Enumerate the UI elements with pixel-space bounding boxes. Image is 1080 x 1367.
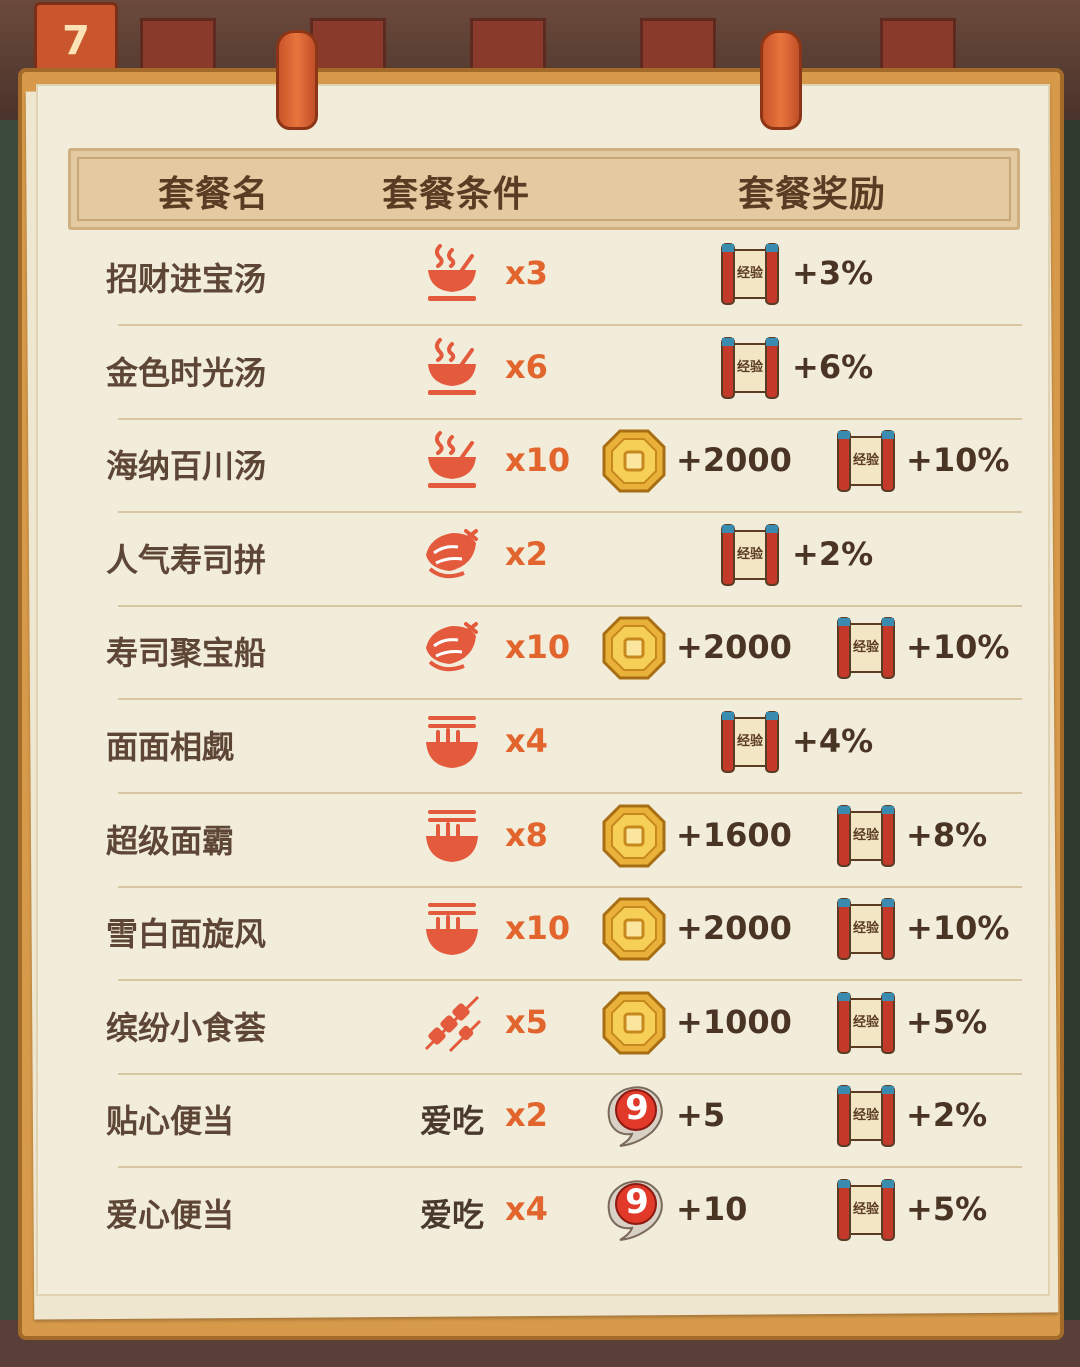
condition-count: x10 xyxy=(505,441,571,479)
reward-value: +5 xyxy=(676,1096,726,1134)
sushi-icon xyxy=(420,523,484,587)
skewer-icon xyxy=(420,991,484,1055)
table-row: 人气寿司拼 x2 经验 +2% xyxy=(0,513,1080,607)
scroll-label: 经验 xyxy=(852,640,879,655)
combo-name: 爱心便当 xyxy=(106,1196,235,1234)
noodle-bowl-icon xyxy=(420,710,484,774)
combo-name: 寿司聚宝船 xyxy=(106,634,267,672)
reward-value: +8% xyxy=(906,816,988,854)
condition-count: x8 xyxy=(505,816,548,854)
exp-scroll-icon: 经验 xyxy=(832,802,900,870)
combo-name: 缤纷小食荟 xyxy=(106,1009,267,1047)
combo-name: 雪白面旋风 xyxy=(106,915,267,953)
reward-value: +10% xyxy=(906,628,1010,666)
exp-scroll-icon: 经验 xyxy=(832,895,900,963)
number-nine-badge-icon: 9 xyxy=(600,1082,668,1150)
condition-text: 爱吃 xyxy=(420,1102,485,1140)
number-nine-badge-icon: 9 xyxy=(600,1176,668,1244)
reward-value: +1600 xyxy=(676,816,792,854)
condition-count: x3 xyxy=(505,254,548,292)
condition-count: x10 xyxy=(505,909,571,947)
condition-count: x6 xyxy=(505,348,548,386)
condition-count: x4 xyxy=(505,1190,548,1228)
badge-number: 9 xyxy=(625,1088,649,1128)
exp-scroll-icon: 经验 xyxy=(832,989,900,1057)
reward-value: +2000 xyxy=(676,628,792,666)
reward-value: +10% xyxy=(906,441,1010,479)
scroll-label: 经验 xyxy=(852,1108,879,1123)
gold-coin-icon xyxy=(600,989,668,1057)
combo-name: 超级面霸 xyxy=(106,822,235,860)
table-row: 爱心便当 爱吃 x4 9 +10 经验 +5% xyxy=(0,1168,1080,1262)
exp-scroll-icon: 经验 xyxy=(832,614,900,682)
scroll-label: 经验 xyxy=(852,921,879,936)
reward-value: +6% xyxy=(792,348,874,386)
combo-name: 金色时光汤 xyxy=(106,354,267,392)
reward-value: +10 xyxy=(676,1190,748,1228)
combo-name: 招财进宝汤 xyxy=(106,260,267,298)
reward-value: +2000 xyxy=(676,441,792,479)
condition-text: 爱吃 xyxy=(420,1196,485,1234)
scroll-label: 经验 xyxy=(736,547,763,562)
table-row: 寿司聚宝船 x10 +2000 经验 +10% xyxy=(0,606,1080,700)
gold-coin-icon xyxy=(600,895,668,963)
exp-scroll-icon: 经验 xyxy=(832,1082,900,1150)
scroll-label: 经验 xyxy=(736,734,763,749)
badge-number: 9 xyxy=(625,1182,649,1222)
exp-scroll-icon: 经验 xyxy=(716,334,784,402)
table-row: 雪白面旋风 x10 +2000 经验 +10% xyxy=(0,887,1080,981)
header-name: 套餐名 xyxy=(158,174,270,215)
header-condition: 套餐条件 xyxy=(382,174,531,215)
reward-value: +2% xyxy=(906,1096,988,1134)
combo-name: 贴心便当 xyxy=(106,1102,235,1140)
combo-name: 人气寿司拼 xyxy=(106,541,267,579)
noodle-bowl-icon xyxy=(420,897,484,961)
exp-scroll-icon: 经验 xyxy=(716,521,784,589)
table-row: 超级面霸 x8 +1600 经验 +8% xyxy=(0,794,1080,888)
table-row: 缤纷小食荟 x5 +1000 经验 +5% xyxy=(0,981,1080,1075)
combo-name: 面面相觑 xyxy=(106,728,235,766)
reward-value: +2% xyxy=(792,535,874,573)
table-row: 海纳百川汤 x10 +2000 经验 +10% xyxy=(0,419,1080,513)
condition-count: x5 xyxy=(505,1003,548,1041)
condition-count: x2 xyxy=(505,535,548,573)
exp-scroll-icon: 经验 xyxy=(716,708,784,776)
scroll-label: 经验 xyxy=(736,360,763,375)
gold-coin-icon xyxy=(600,427,668,495)
soup-bowl-icon xyxy=(420,429,484,493)
scroll-label: 经验 xyxy=(852,453,879,468)
soup-bowl-icon xyxy=(420,336,484,400)
exp-scroll-icon: 经验 xyxy=(716,240,784,308)
combo-name: 海纳百川汤 xyxy=(106,447,267,485)
condition-count: x4 xyxy=(505,722,548,760)
scroll-label: 经验 xyxy=(852,828,879,843)
scroll-label: 经验 xyxy=(852,1202,879,1217)
noodle-bowl-icon xyxy=(420,804,484,868)
reward-value: +5% xyxy=(906,1003,988,1041)
calendar-day: 7 xyxy=(62,18,90,64)
reward-value: +4% xyxy=(792,722,874,760)
table-row: 贴心便当 爱吃 x2 9 +5 经验 +2% xyxy=(0,1074,1080,1168)
gold-coin-icon xyxy=(600,802,668,870)
reward-value: +1000 xyxy=(676,1003,792,1041)
condition-count: x10 xyxy=(505,628,571,666)
scroll-label: 经验 xyxy=(736,266,763,281)
exp-scroll-icon: 经验 xyxy=(832,1176,900,1244)
reward-value: +5% xyxy=(906,1190,988,1228)
reward-value: +3% xyxy=(792,254,874,292)
exp-scroll-icon: 经验 xyxy=(832,427,900,495)
reward-value: +2000 xyxy=(676,909,792,947)
soup-bowl-icon xyxy=(420,242,484,306)
table-row: 金色时光汤 x6 经验 +6% xyxy=(0,326,1080,420)
condition-count: x2 xyxy=(505,1096,548,1134)
paper-clip-icon xyxy=(276,30,318,130)
gold-coin-icon xyxy=(600,614,668,682)
sushi-icon xyxy=(420,616,484,680)
header-reward: 套餐奖励 xyxy=(738,174,887,215)
reward-value: +10% xyxy=(906,909,1010,947)
table-row: 面面相觑 x4 经验 +4% xyxy=(0,700,1080,794)
table-row: 招财进宝汤 x3 经验 +3% xyxy=(0,232,1080,326)
scroll-label: 经验 xyxy=(852,1015,879,1030)
paper-clip-icon xyxy=(760,30,802,130)
